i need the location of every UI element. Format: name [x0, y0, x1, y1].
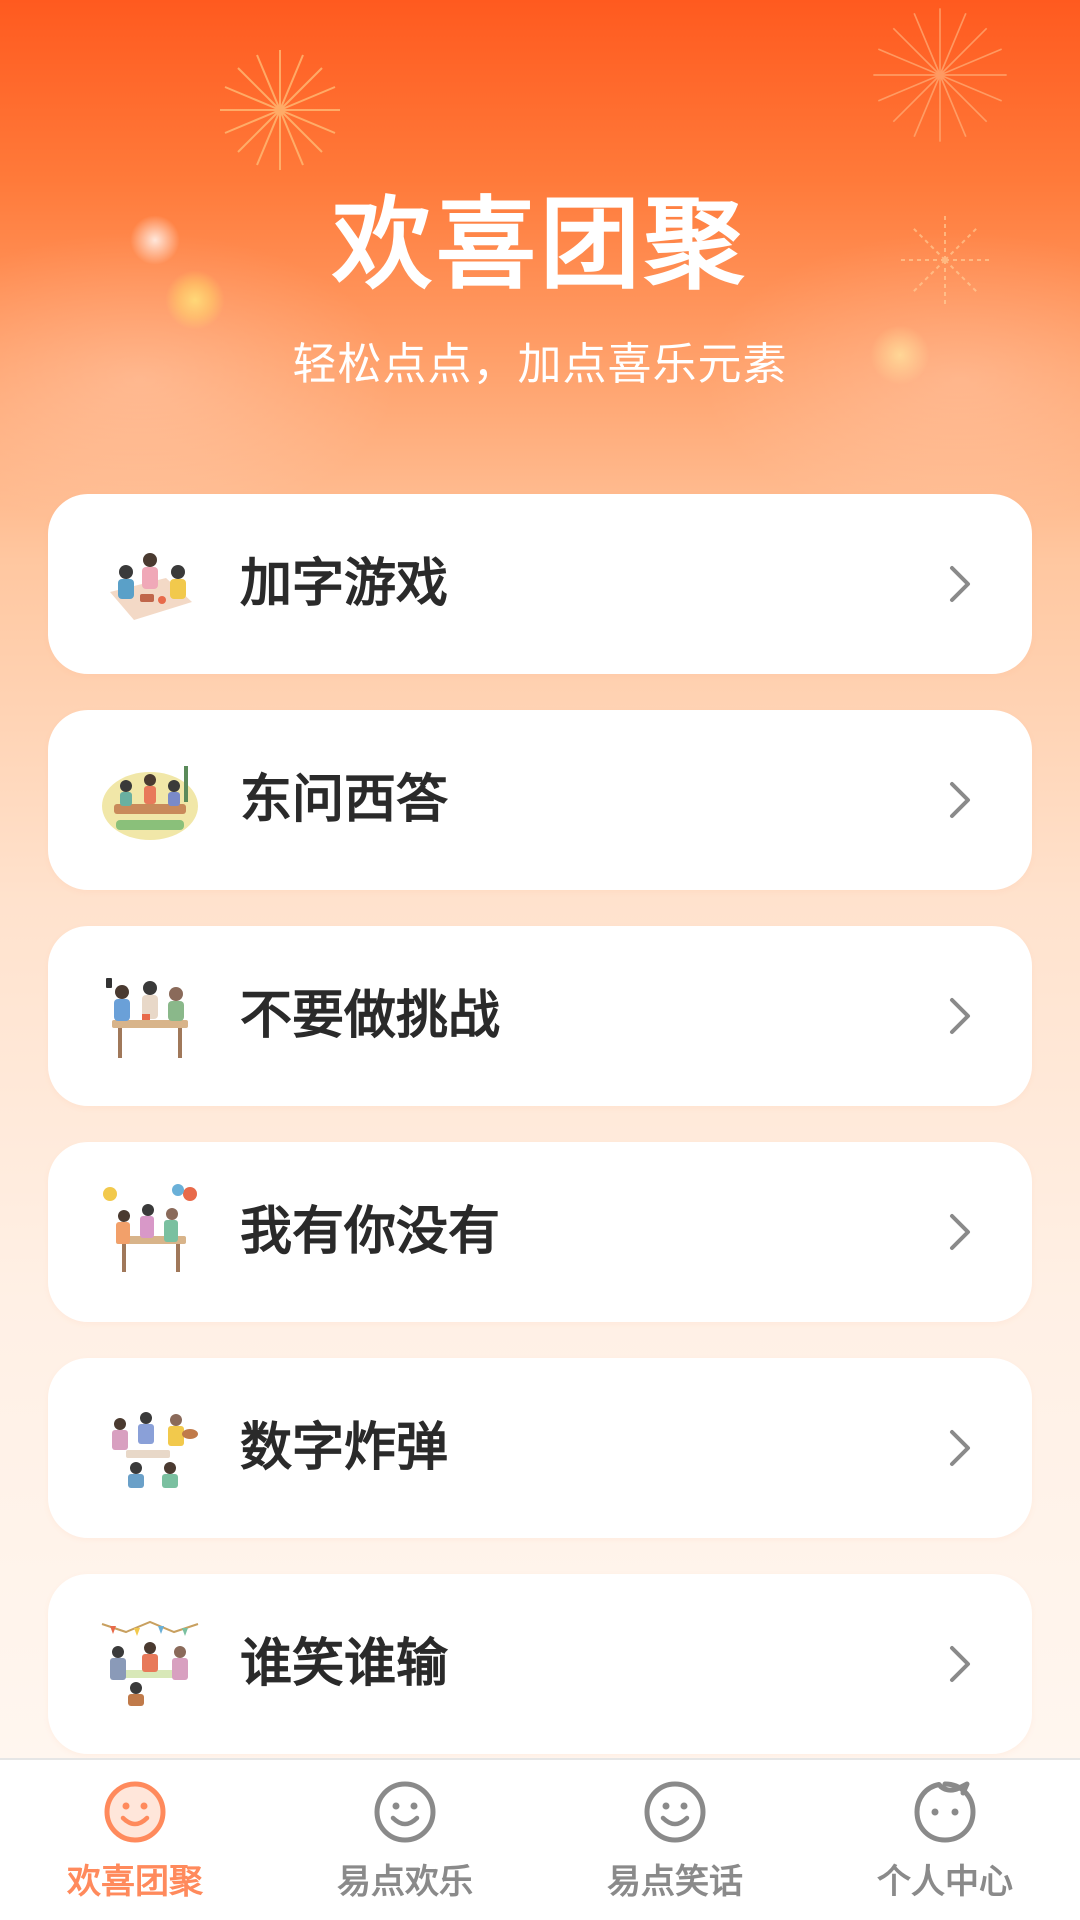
smiley-icon — [374, 1781, 436, 1843]
family-party-bunting-illustration — [101, 1620, 199, 1706]
page-subtitle: 轻松点点，加点喜乐元素 — [292, 339, 788, 390]
page-title: 欢喜团聚 — [332, 186, 748, 303]
tab-easy-fun[interactable]: 易点欢乐 — [270, 1760, 540, 1920]
firework-decoration — [220, 50, 340, 170]
game-card-number-bomb[interactable]: 数字炸弹 — [48, 1358, 1032, 1538]
app-screen: 欢喜团聚 轻松点点，加点喜乐元素 加字游戏 东问西答 不要做挑战 我有你没有 数… — [0, 0, 1080, 1920]
game-card-dont-do-challenge[interactable]: 不要做挑战 — [48, 926, 1032, 1106]
tab-profile[interactable]: 个人中心 — [810, 1760, 1080, 1920]
family-party-balloons-illustration — [103, 1184, 197, 1272]
game-card-label: 谁笑谁输 — [240, 1634, 449, 1694]
tab-label: 欢喜团聚 — [67, 1862, 203, 1902]
chevron-right-icon — [950, 1646, 970, 1682]
chevron-right-icon — [950, 1214, 970, 1250]
game-card-label: 不要做挑战 — [240, 986, 501, 1046]
firework-decoration — [873, 8, 1007, 142]
family-dinner-table-illustration — [102, 766, 198, 840]
game-card-label: 加字游戏 — [240, 554, 449, 614]
family-selfie-illustration — [106, 978, 188, 1058]
chevron-right-icon — [950, 782, 970, 818]
game-card-label: 数字炸弹 — [240, 1418, 449, 1478]
game-card-add-word[interactable]: 加字游戏 — [48, 494, 1032, 674]
tab-label: 易点欢乐 — [337, 1862, 473, 1902]
profile-face-icon — [914, 1781, 976, 1843]
family-picnic-illustration — [110, 553, 192, 620]
game-card-label: 我有你没有 — [240, 1202, 501, 1262]
tab-label: 易点笑话 — [607, 1862, 743, 1902]
game-card-i-have-you-dont[interactable]: 我有你没有 — [48, 1142, 1032, 1322]
family-music-gathering-illustration — [112, 1412, 198, 1488]
game-card-label: 东问西答 — [240, 770, 449, 830]
bottom-tab-bar: 欢喜团聚 易点欢乐 易点笑话 个人中心 — [0, 1758, 1080, 1920]
game-card-whoever-laughs-loses[interactable]: 谁笑谁输 — [48, 1574, 1032, 1754]
game-list: 加字游戏 东问西答 不要做挑战 我有你没有 数字炸弹 谁笑谁输 — [48, 494, 1032, 1790]
tab-easy-jokes[interactable]: 易点笑话 — [540, 1760, 810, 1920]
smiley-icon — [104, 1781, 166, 1843]
tab-joyful-reunion[interactable]: 欢喜团聚 — [0, 1760, 270, 1920]
chevron-right-icon — [950, 1430, 970, 1466]
chevron-right-icon — [950, 566, 970, 602]
smiley-icon — [644, 1781, 706, 1843]
chevron-right-icon — [950, 998, 970, 1034]
tab-label: 个人中心 — [877, 1862, 1013, 1902]
game-card-east-west-qa[interactable]: 东问西答 — [48, 710, 1032, 890]
